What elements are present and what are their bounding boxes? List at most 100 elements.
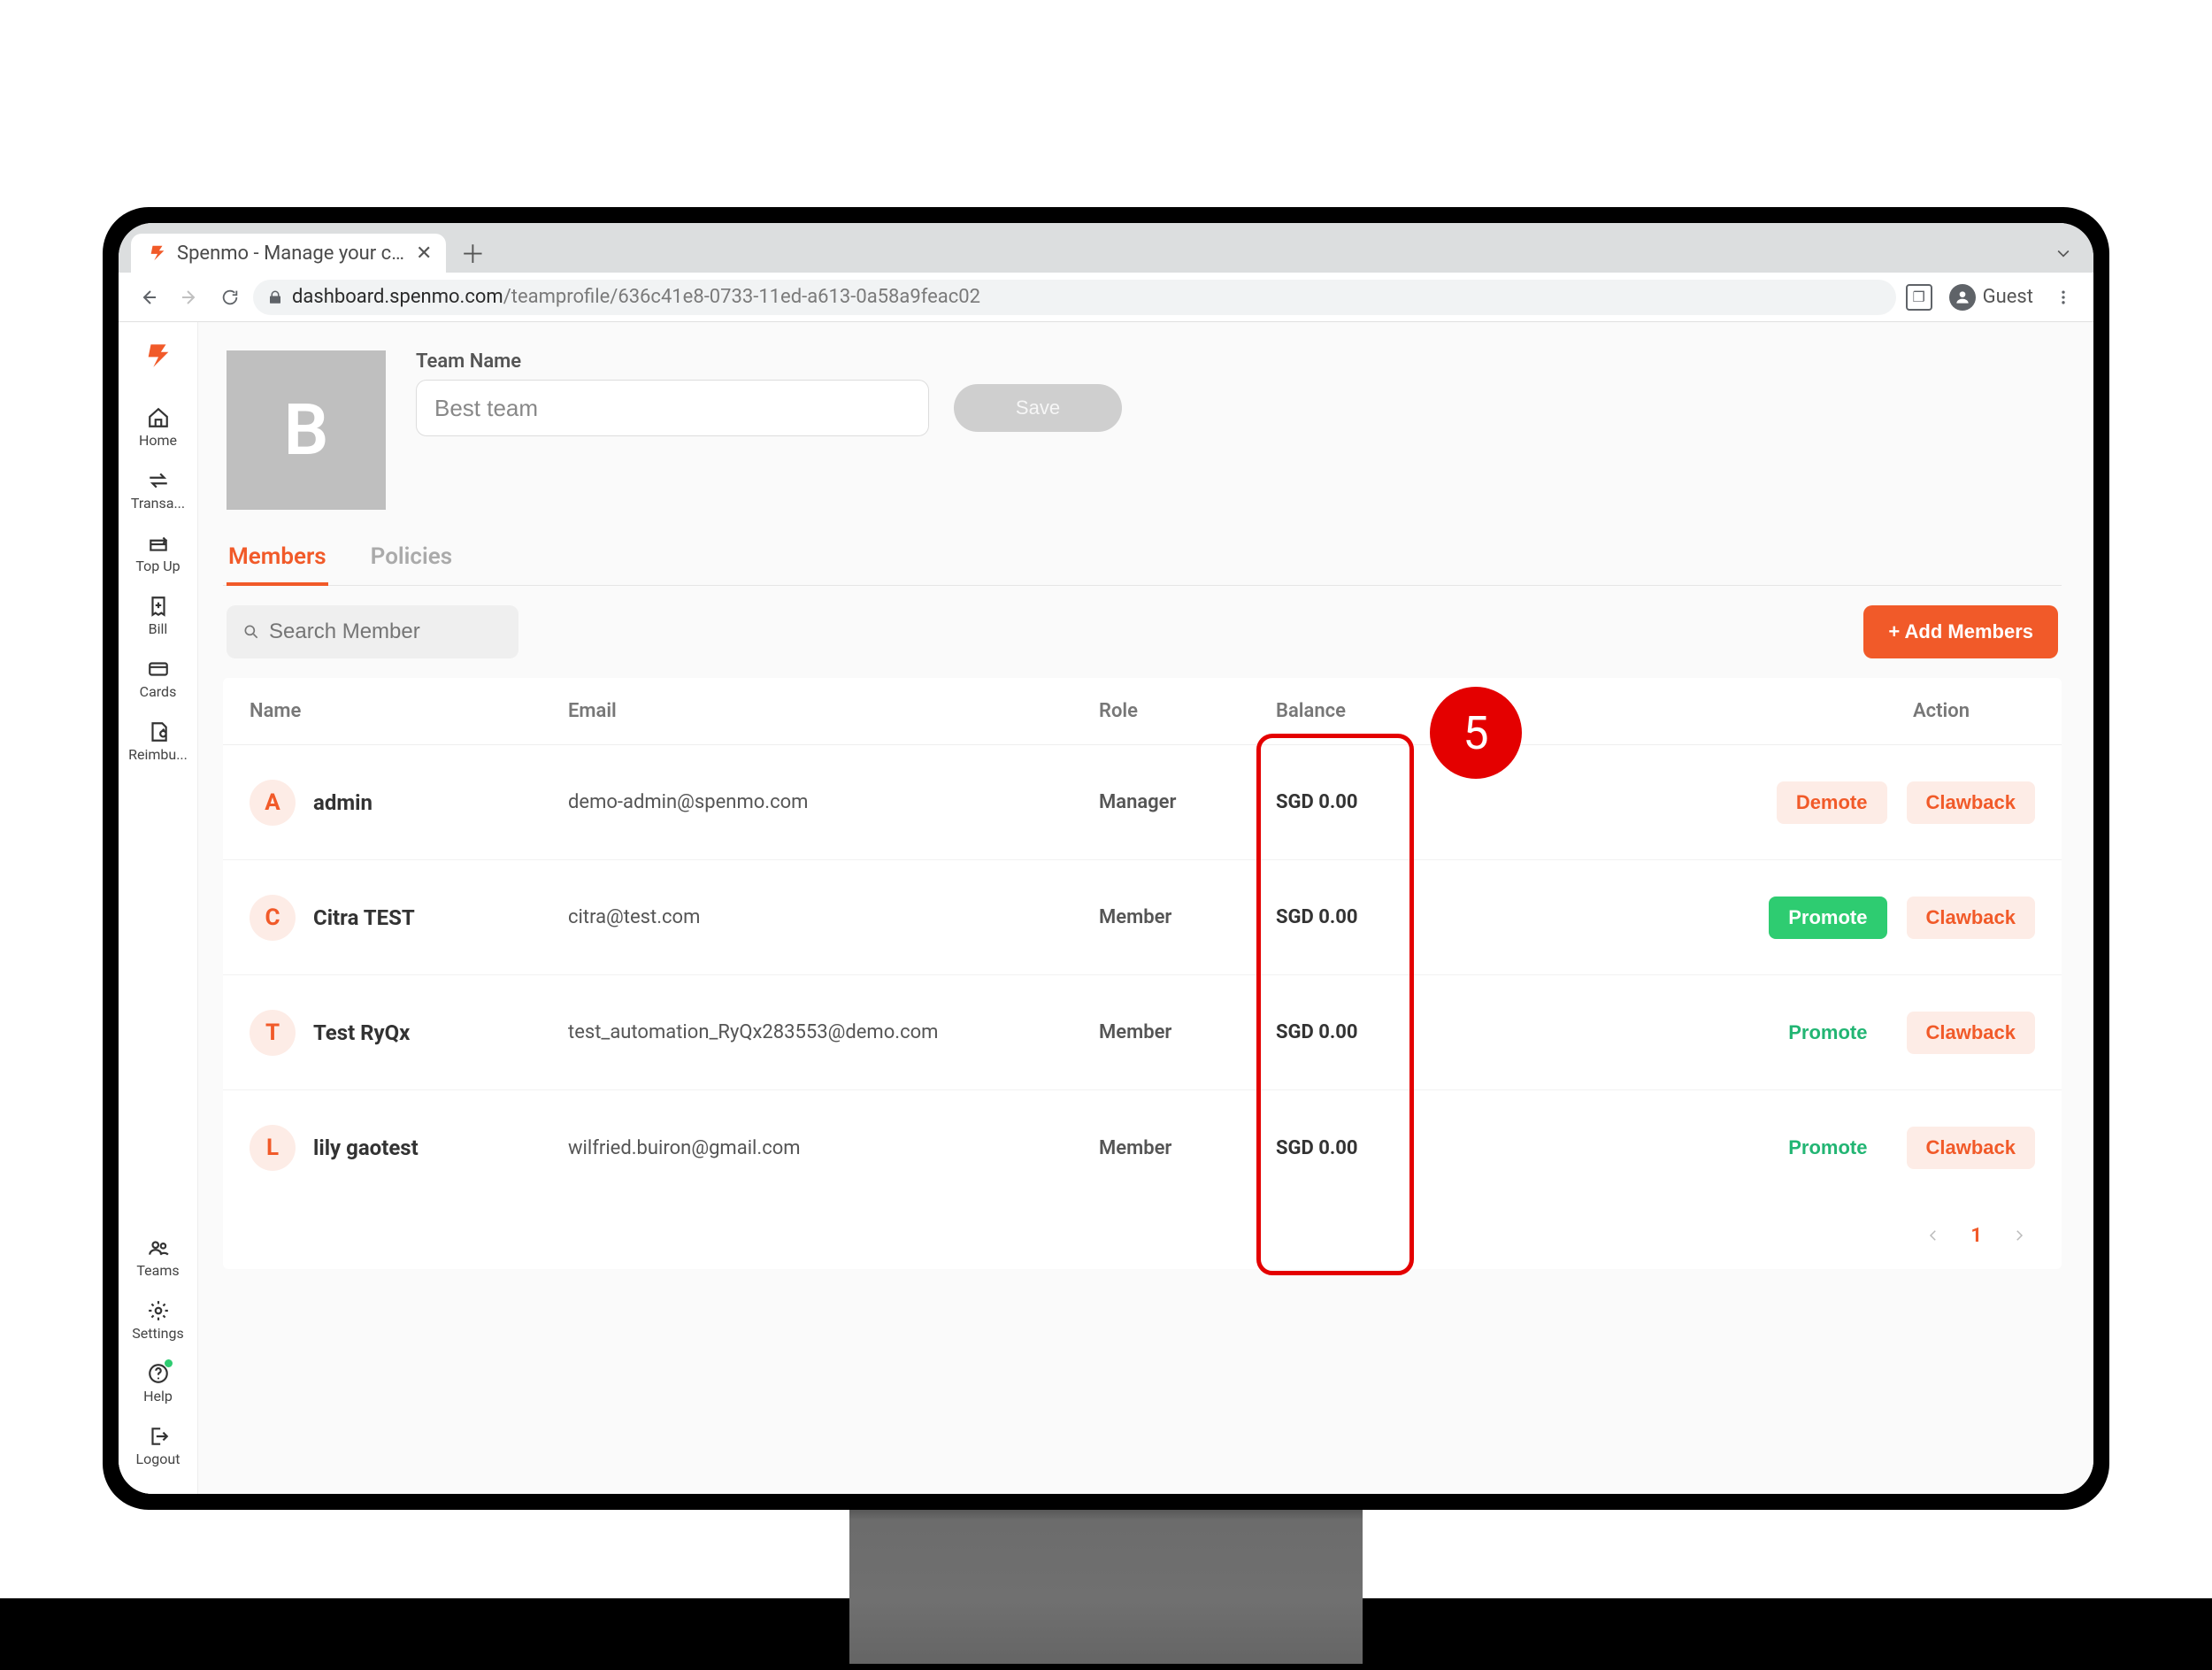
member-role: Manager — [1099, 791, 1276, 813]
action-clawback-button[interactable]: Clawback — [1907, 1127, 2036, 1169]
search-icon — [242, 623, 260, 641]
back-button[interactable] — [131, 280, 166, 315]
col-balance: Balance — [1276, 700, 1506, 722]
team-name-label: Team Name — [416, 350, 1122, 373]
spenmo-favicon-icon — [147, 242, 168, 264]
pagination: 1 — [223, 1205, 2062, 1269]
forward-button[interactable] — [172, 280, 207, 315]
app-body: Home Transa... Top Up — [119, 322, 2093, 1494]
member-balance: SGD 0.00 — [1276, 1021, 1506, 1043]
member-name: Test RyQx — [313, 1020, 410, 1045]
new-tab-button[interactable]: ＋ — [455, 235, 490, 271]
member-email: test_automation_RyQx283553@demo.com — [568, 1021, 1099, 1043]
member-email: demo-admin@spenmo.com — [568, 791, 1099, 813]
sidebar-item-topup[interactable]: Top Up — [119, 522, 197, 585]
col-email: Email — [568, 700, 1099, 722]
page-next-button[interactable] — [2003, 1220, 2035, 1251]
table-header: Name Email Role Balance Action — [223, 678, 2062, 745]
member-email: citra@test.com — [568, 906, 1099, 928]
lock-icon — [267, 289, 283, 305]
sidebar-item-reimbursement[interactable]: Reimbu... — [119, 711, 197, 773]
profile-tabs: Members Policies — [223, 531, 2062, 586]
close-icon[interactable]: ✕ — [416, 242, 432, 265]
brand-logo-icon[interactable] — [141, 338, 176, 373]
team-name-input[interactable] — [416, 380, 929, 436]
tab-policies[interactable]: Policies — [369, 531, 454, 586]
action-clawback-button[interactable]: Clawback — [1907, 1012, 2036, 1054]
transactions-icon — [146, 468, 171, 493]
sidebar-item-transactions[interactable]: Transa... — [119, 459, 197, 522]
gear-icon — [146, 1298, 171, 1323]
panel-toggle-icon[interactable]: ❐ — [1901, 280, 1937, 315]
sidebar-item-logout[interactable]: Logout — [119, 1415, 197, 1478]
sidebar-item-help[interactable]: Help — [119, 1352, 197, 1415]
browser-tab-active[interactable]: Spenmo - Manage your compa ✕ — [131, 234, 446, 273]
topup-icon — [146, 531, 171, 556]
member-avatar: C — [250, 895, 296, 941]
sidebar-item-settings[interactable]: Settings — [119, 1289, 197, 1352]
browser-tab-title: Spenmo - Manage your compa — [177, 242, 407, 265]
reload-button[interactable] — [212, 280, 248, 315]
action-clawback-button[interactable]: Clawback — [1907, 897, 2036, 939]
sidebar: Home Transa... Top Up — [119, 322, 198, 1494]
page-number[interactable]: 1 — [1970, 1225, 1982, 1247]
member-role: Member — [1099, 1137, 1276, 1159]
kebab-menu-icon[interactable] — [2046, 280, 2081, 315]
table-row: A admin demo-admin@spenmo.com Manager SG… — [223, 745, 2062, 860]
team-avatar[interactable]: B — [227, 350, 386, 510]
members-toolbar: + Add Members — [223, 586, 2062, 678]
team-header: B Team Name Save — [223, 342, 2062, 531]
member-balance: SGD 0.00 — [1276, 791, 1506, 813]
home-icon — [146, 405, 171, 430]
col-action: Action — [1506, 700, 2035, 722]
browser-url-bar: dashboard.spenmo.com/teamprofile/636c41e… — [119, 273, 2093, 322]
sidebar-item-teams[interactable]: Teams — [119, 1227, 197, 1289]
search-member-field[interactable] — [227, 605, 518, 658]
tab-overflow-icon[interactable] — [2046, 235, 2081, 271]
action-primary-button[interactable]: Promote — [1769, 1012, 1886, 1054]
table-row: L lily gaotest wilfried.buiron@gmail.com… — [223, 1090, 2062, 1205]
action-primary-button[interactable]: Demote — [1777, 781, 1887, 824]
profile-avatar-icon — [1949, 284, 1976, 311]
team-avatar-initial: B — [284, 389, 329, 472]
member-balance: SGD 0.00 — [1276, 1137, 1506, 1159]
member-avatar: T — [250, 1010, 296, 1056]
member-email: wilfried.buiron@gmail.com — [568, 1137, 1099, 1159]
member-balance: SGD 0.00 — [1276, 906, 1506, 928]
bill-icon — [146, 594, 171, 619]
browser-tab-strip: Spenmo - Manage your compa ✕ ＋ — [119, 223, 2093, 273]
url-field[interactable]: dashboard.spenmo.com/teamprofile/636c41e… — [253, 280, 1896, 315]
member-name: admin — [313, 790, 373, 815]
col-role: Role — [1099, 700, 1276, 722]
sidebar-item-bill[interactable]: Bill — [119, 585, 197, 648]
member-role: Member — [1099, 906, 1276, 928]
reimbursement-icon — [146, 720, 171, 744]
member-avatar: L — [250, 1125, 296, 1171]
tab-members[interactable]: Members — [227, 531, 328, 586]
table-row: C Citra TEST citra@test.com Member SGD 0… — [223, 860, 2062, 975]
col-name: Name — [250, 700, 568, 722]
monitor-bezel: Spenmo - Manage your compa ✕ ＋ — [103, 207, 2109, 1510]
url-text: dashboard.spenmo.com/teamprofile/636c41e… — [292, 286, 980, 308]
members-table: Name Email Role Balance Action A admin d… — [223, 678, 2062, 1269]
table-row: T Test RyQx test_automation_RyQx283553@d… — [223, 975, 2062, 1090]
sidebar-item-cards[interactable]: Cards — [119, 648, 197, 711]
page-prev-button[interactable] — [1917, 1220, 1949, 1251]
member-role: Member — [1099, 1021, 1276, 1043]
member-name: Citra TEST — [313, 905, 415, 930]
search-input[interactable] — [269, 620, 543, 644]
screen: Spenmo - Manage your compa ✕ ＋ — [119, 223, 2093, 1494]
member-avatar: A — [250, 780, 296, 826]
main-content: B Team Name Save Members Policies — [198, 322, 2093, 1494]
guest-label: Guest — [1983, 286, 2033, 308]
monitor-stand — [849, 1505, 1363, 1664]
action-clawback-button[interactable]: Clawback — [1907, 781, 2036, 824]
sidebar-item-home[interactable]: Home — [119, 396, 197, 459]
save-button[interactable]: Save — [954, 384, 1122, 432]
profile-guest-badge[interactable]: Guest — [1942, 284, 2040, 311]
action-primary-button[interactable]: Promote — [1769, 1127, 1886, 1169]
logout-icon — [146, 1424, 171, 1449]
teams-icon — [146, 1235, 171, 1260]
add-members-button[interactable]: + Add Members — [1863, 605, 2058, 658]
action-primary-button[interactable]: Promote — [1769, 897, 1886, 939]
